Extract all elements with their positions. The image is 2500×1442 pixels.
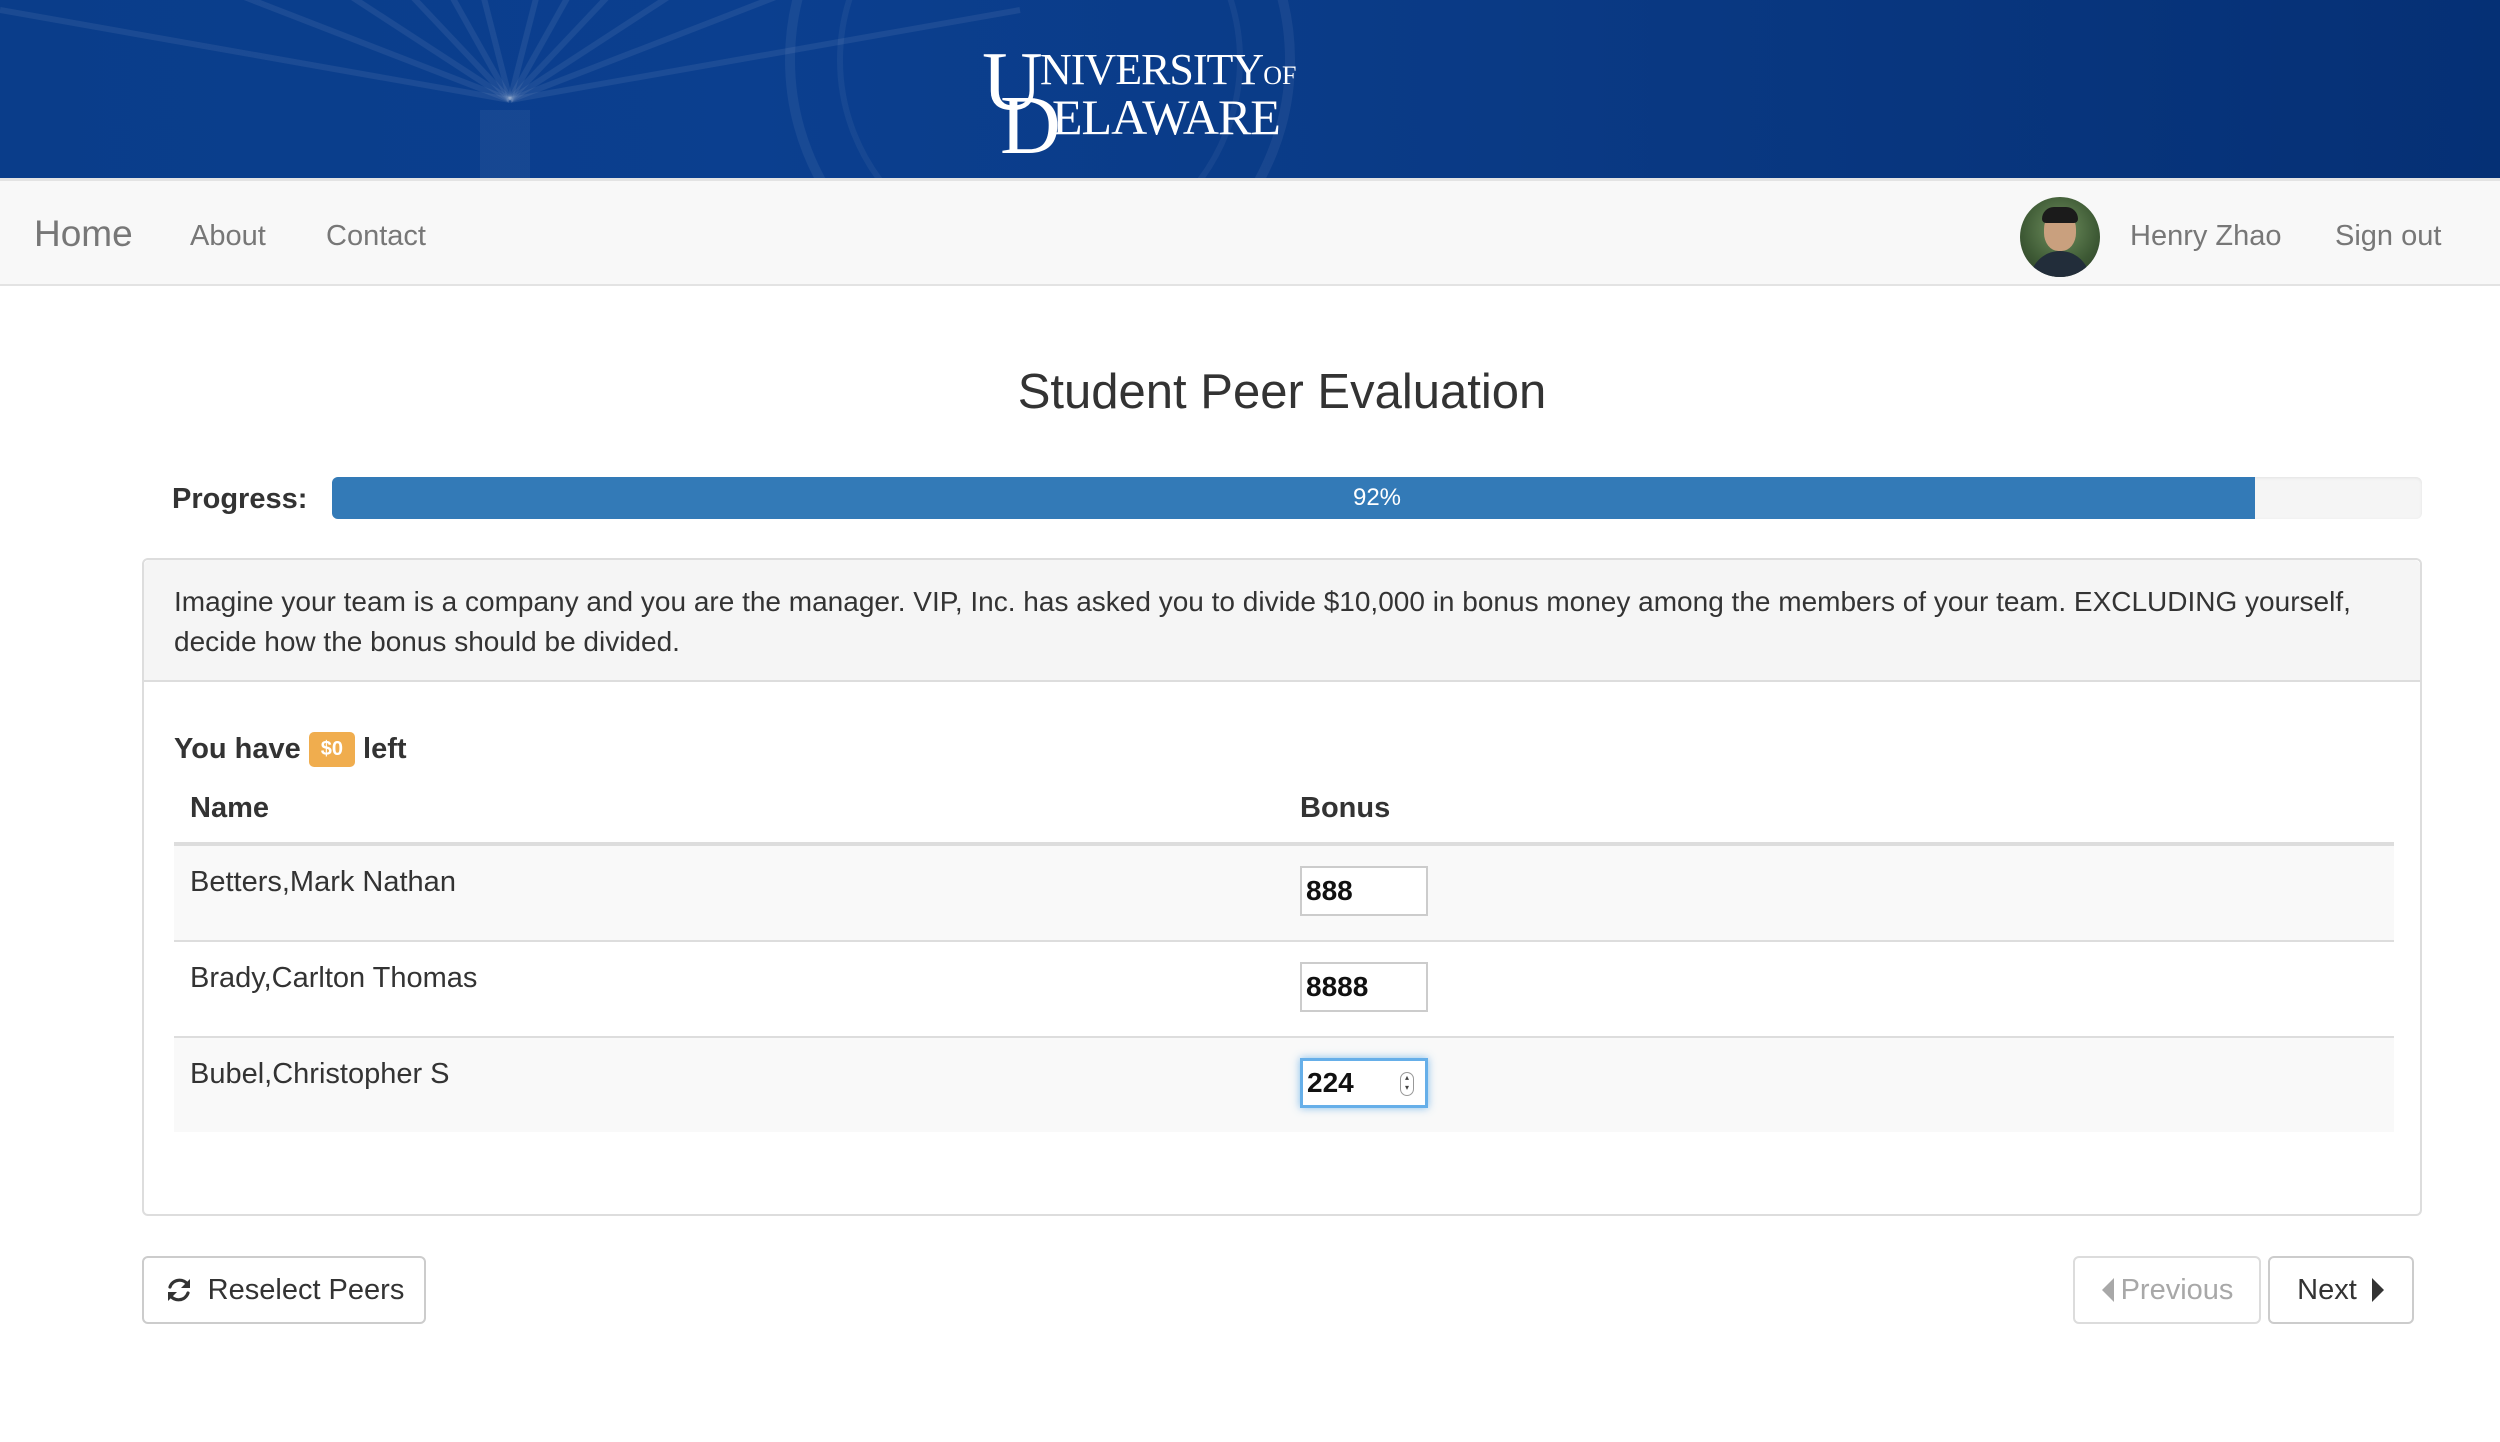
previous-label: Previous xyxy=(2120,1273,2234,1306)
page-title: Student Peer Evaluation xyxy=(1017,365,1547,419)
column-header-name: Name xyxy=(190,792,269,824)
remaining-suffix: left xyxy=(363,733,407,765)
progress-label: Progress: xyxy=(172,483,308,515)
progress-text: 92% xyxy=(1352,484,1402,511)
progress-bar: 92% xyxy=(332,477,2422,519)
peer-name: Betters,Mark Nathan xyxy=(190,866,456,898)
caret-right-icon xyxy=(2371,1278,2384,1302)
nav-contact-link[interactable]: Contact xyxy=(326,220,426,253)
page: U D NIVERSITYOF ELAWARE Home About Conta… xyxy=(0,0,2500,1442)
university-banner: U D NIVERSITYOF ELAWARE xyxy=(0,0,2500,178)
top-navbar: Home About Contact Henry Zhao Sign out xyxy=(0,178,2500,286)
instructions-text: Imagine your team is a company and you a… xyxy=(174,586,2351,657)
table-row: Brady,Carlton Thomas xyxy=(174,942,2394,1038)
remaining-prefix: You have xyxy=(174,733,301,765)
next-button[interactable]: Next xyxy=(2268,1256,2414,1324)
number-spinner-icon[interactable]: ▴ ▾ xyxy=(1400,1072,1414,1096)
panel-heading: Imagine your team is a company and you a… xyxy=(144,560,2420,682)
previous-button[interactable]: Previous xyxy=(2073,1256,2261,1324)
nav-home-link[interactable]: Home xyxy=(34,213,133,255)
nav-about-link[interactable]: About xyxy=(190,220,266,253)
remaining-amount-badge: $0 xyxy=(308,732,356,767)
caret-left-icon xyxy=(2101,1278,2114,1302)
university-logo[interactable]: U D NIVERSITYOF ELAWARE xyxy=(982,40,1296,168)
nav-sign-out-link[interactable]: Sign out xyxy=(2335,220,2441,253)
refresh-icon xyxy=(167,1278,190,1302)
peer-name: Brady,Carlton Thomas xyxy=(190,962,478,994)
column-header-bonus: Bonus xyxy=(1300,792,1391,824)
bonus-input[interactable] xyxy=(1300,866,1428,916)
peer-name: Bubel,Christopher S xyxy=(190,1058,450,1090)
nav-user-name[interactable]: Henry Zhao xyxy=(2130,220,2282,253)
reselect-peers-button[interactable]: Reselect Peers xyxy=(142,1256,426,1324)
reselect-peers-label: Reselect Peers xyxy=(207,1273,405,1306)
table-row: Betters,Mark Nathan xyxy=(174,846,2394,942)
next-label: Next xyxy=(2297,1273,2357,1306)
bonus-input[interactable] xyxy=(1300,962,1428,1012)
bonus-panel: Imagine your team is a company and you a… xyxy=(142,558,2422,1216)
logo-wordmark-line2: ELAWARE xyxy=(1052,89,1281,145)
table-row: Bubel,Christopher S ▴▾ xyxy=(174,1038,2394,1132)
user-avatar[interactable] xyxy=(2020,197,2100,277)
remaining-budget-line: You have $0 left xyxy=(174,732,407,767)
